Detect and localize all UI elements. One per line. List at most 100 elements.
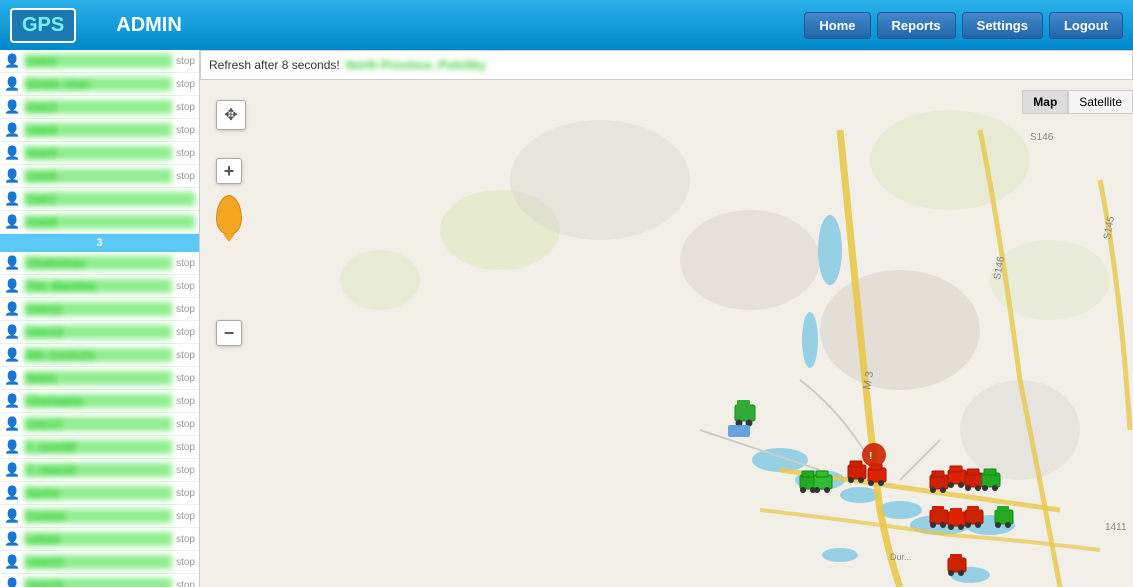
list-item[interactable]: 👤RM_Controlsstop: [0, 344, 199, 367]
pan-control[interactable]: ✥: [216, 100, 246, 130]
person-icon: 👤: [4, 347, 20, 363]
street-view-button[interactable]: [216, 195, 242, 235]
person-icon: 👤: [4, 53, 20, 69]
list-item[interactable]: 👤User3stop: [0, 96, 199, 119]
status-badge: stop: [176, 281, 195, 292]
svg-text:!: !: [869, 451, 872, 462]
status-badge: stop: [176, 534, 195, 545]
person-icon: 👤: [4, 508, 20, 524]
settings-button[interactable]: Settings: [962, 12, 1043, 39]
status-badge: stop: [176, 125, 195, 136]
status-badge: stop: [176, 511, 195, 522]
list-item[interactable]: 👤Single_Userstop: [0, 73, 199, 96]
list-item[interactable]: 👤 User24 stop: [0, 574, 199, 587]
list-item[interactable]: 👤T_User19stop: [0, 459, 199, 482]
map-toggle-satellite[interactable]: Satellite: [1068, 90, 1133, 114]
pan-button[interactable]: ✥: [216, 100, 246, 130]
vehicle-name: User1: [24, 54, 172, 68]
list-item[interactable]: 👤User5stop: [0, 142, 199, 165]
reports-button[interactable]: Reports: [877, 12, 956, 39]
list-item[interactable]: 👤 Charmaine stop: [0, 390, 199, 413]
status-badge: stop: [176, 304, 195, 315]
vehicle-name: User5: [24, 146, 172, 160]
logo: GPS: [10, 8, 76, 43]
main-layout: 👤User1stop👤Single_Userstop👤User3stop👤Use…: [0, 50, 1133, 587]
vehicle-name: User7: [24, 192, 195, 206]
list-item[interactable]: 👤 User6 stop: [0, 165, 199, 188]
zoom-in-button[interactable]: +: [216, 158, 242, 184]
map-svg: M 3 S146 S145 S146 Dur... 1411: [200, 80, 1133, 587]
status-badge: stop: [176, 557, 195, 568]
home-button[interactable]: Home: [804, 12, 870, 39]
person-icon: 👤: [4, 255, 20, 271]
status-badge: stop: [176, 488, 195, 499]
vehicle-name: User17: [24, 417, 172, 431]
refresh-text: Refresh after 8 seconds!: [209, 58, 340, 72]
person-icon: 👤: [4, 168, 20, 184]
vehicle-name: User23: [24, 555, 172, 569]
status-badge: stop: [176, 56, 195, 67]
list-item[interactable]: 👤 Tlhabologo stop: [0, 252, 199, 275]
list-item[interactable]: 👤User11stop: [0, 298, 199, 321]
vehicle-name: Fontein: [24, 509, 172, 523]
list-item[interactable]: 👤 User23 stop: [0, 551, 199, 574]
map-view-toggle: Map Satellite: [1022, 90, 1133, 114]
person-icon: 👤: [4, 99, 20, 115]
person-icon: 👤: [4, 324, 20, 340]
vehicle-name: User6: [24, 169, 172, 183]
zoom-out-button[interactable]: −: [216, 320, 242, 346]
list-item[interactable]: 👤 The_Mandow stop: [0, 275, 199, 298]
list-item[interactable]: 👤 Fontein stop: [0, 505, 199, 528]
list-item[interactable]: 👤 User8: [0, 211, 199, 234]
status-badge: stop: [176, 373, 195, 384]
sidebar: 👤User1stop👤Single_Userstop👤User3stop👤Use…: [0, 50, 200, 587]
vehicle-name: User4: [24, 123, 172, 137]
street-view-icon[interactable]: [216, 195, 242, 235]
logout-button[interactable]: Logout: [1049, 12, 1123, 39]
vehicle-name: User12: [24, 325, 172, 339]
person-icon: 👤: [4, 577, 20, 587]
status-badge: stop: [176, 171, 195, 182]
status-badge: stop: [176, 396, 195, 407]
person-icon: 👤: [4, 278, 20, 294]
person-icon: 👤: [4, 191, 20, 207]
vehicle-name: User24: [24, 578, 172, 587]
vehicle-name: T_User19: [24, 463, 172, 477]
vehicle-name: Tlhabologo: [24, 256, 172, 270]
vehicle-name: Charmaine: [24, 394, 172, 408]
map-container[interactable]: Refresh after 8 seconds! North Province,…: [200, 50, 1133, 587]
person-icon: 👤: [4, 122, 20, 138]
vehicle-name: T_User88: [24, 440, 172, 454]
list-item[interactable]: 👤User17stop: [0, 413, 199, 436]
status-badge: stop: [176, 465, 195, 476]
vehicle-name: The_Mandow: [24, 279, 172, 293]
person-icon: 👤: [4, 145, 20, 161]
person-icon: 👤: [4, 393, 20, 409]
list-item[interactable]: 👤Nokiastop: [0, 367, 199, 390]
list-item[interactable]: 👤 User4 stop: [0, 119, 199, 142]
status-badge: stop: [176, 442, 195, 453]
list-item[interactable]: 👤T_User88stop: [0, 436, 199, 459]
person-icon: 👤: [4, 416, 20, 432]
status-badge: stop: [176, 580, 195, 587]
svg-text:S146: S146: [1030, 132, 1054, 143]
person-icon: 👤: [4, 554, 20, 570]
person-icon: 👤: [4, 76, 20, 92]
svg-text:1411: 1411: [1105, 522, 1127, 533]
vehicle-name: User3: [24, 100, 172, 114]
page-title: ADMIN: [96, 14, 804, 37]
list-item[interactable]: 👤User12stop: [0, 321, 199, 344]
person-icon: 👤: [4, 214, 20, 230]
list-item[interactable]: 👤 User7: [0, 188, 199, 211]
map-toggle-map[interactable]: Map: [1022, 90, 1068, 114]
list-item[interactable]: 👤Lekwastop: [0, 528, 199, 551]
vehicle-name: RM_Controls: [24, 348, 172, 362]
list-item[interactable]: 👤 User1 stop: [0, 50, 199, 73]
status-badge: stop: [176, 258, 195, 269]
vehicle-name: Nokia: [24, 371, 172, 385]
nav-buttons: Home Reports Settings Logout: [804, 12, 1123, 39]
vehicle-name: User8: [24, 215, 195, 229]
refresh-bar: Refresh after 8 seconds! North Province,…: [200, 50, 1133, 80]
list-item[interactable]: 👤Sashastop: [0, 482, 199, 505]
header: GPS ADMIN Home Reports Settings Logout: [0, 0, 1133, 50]
